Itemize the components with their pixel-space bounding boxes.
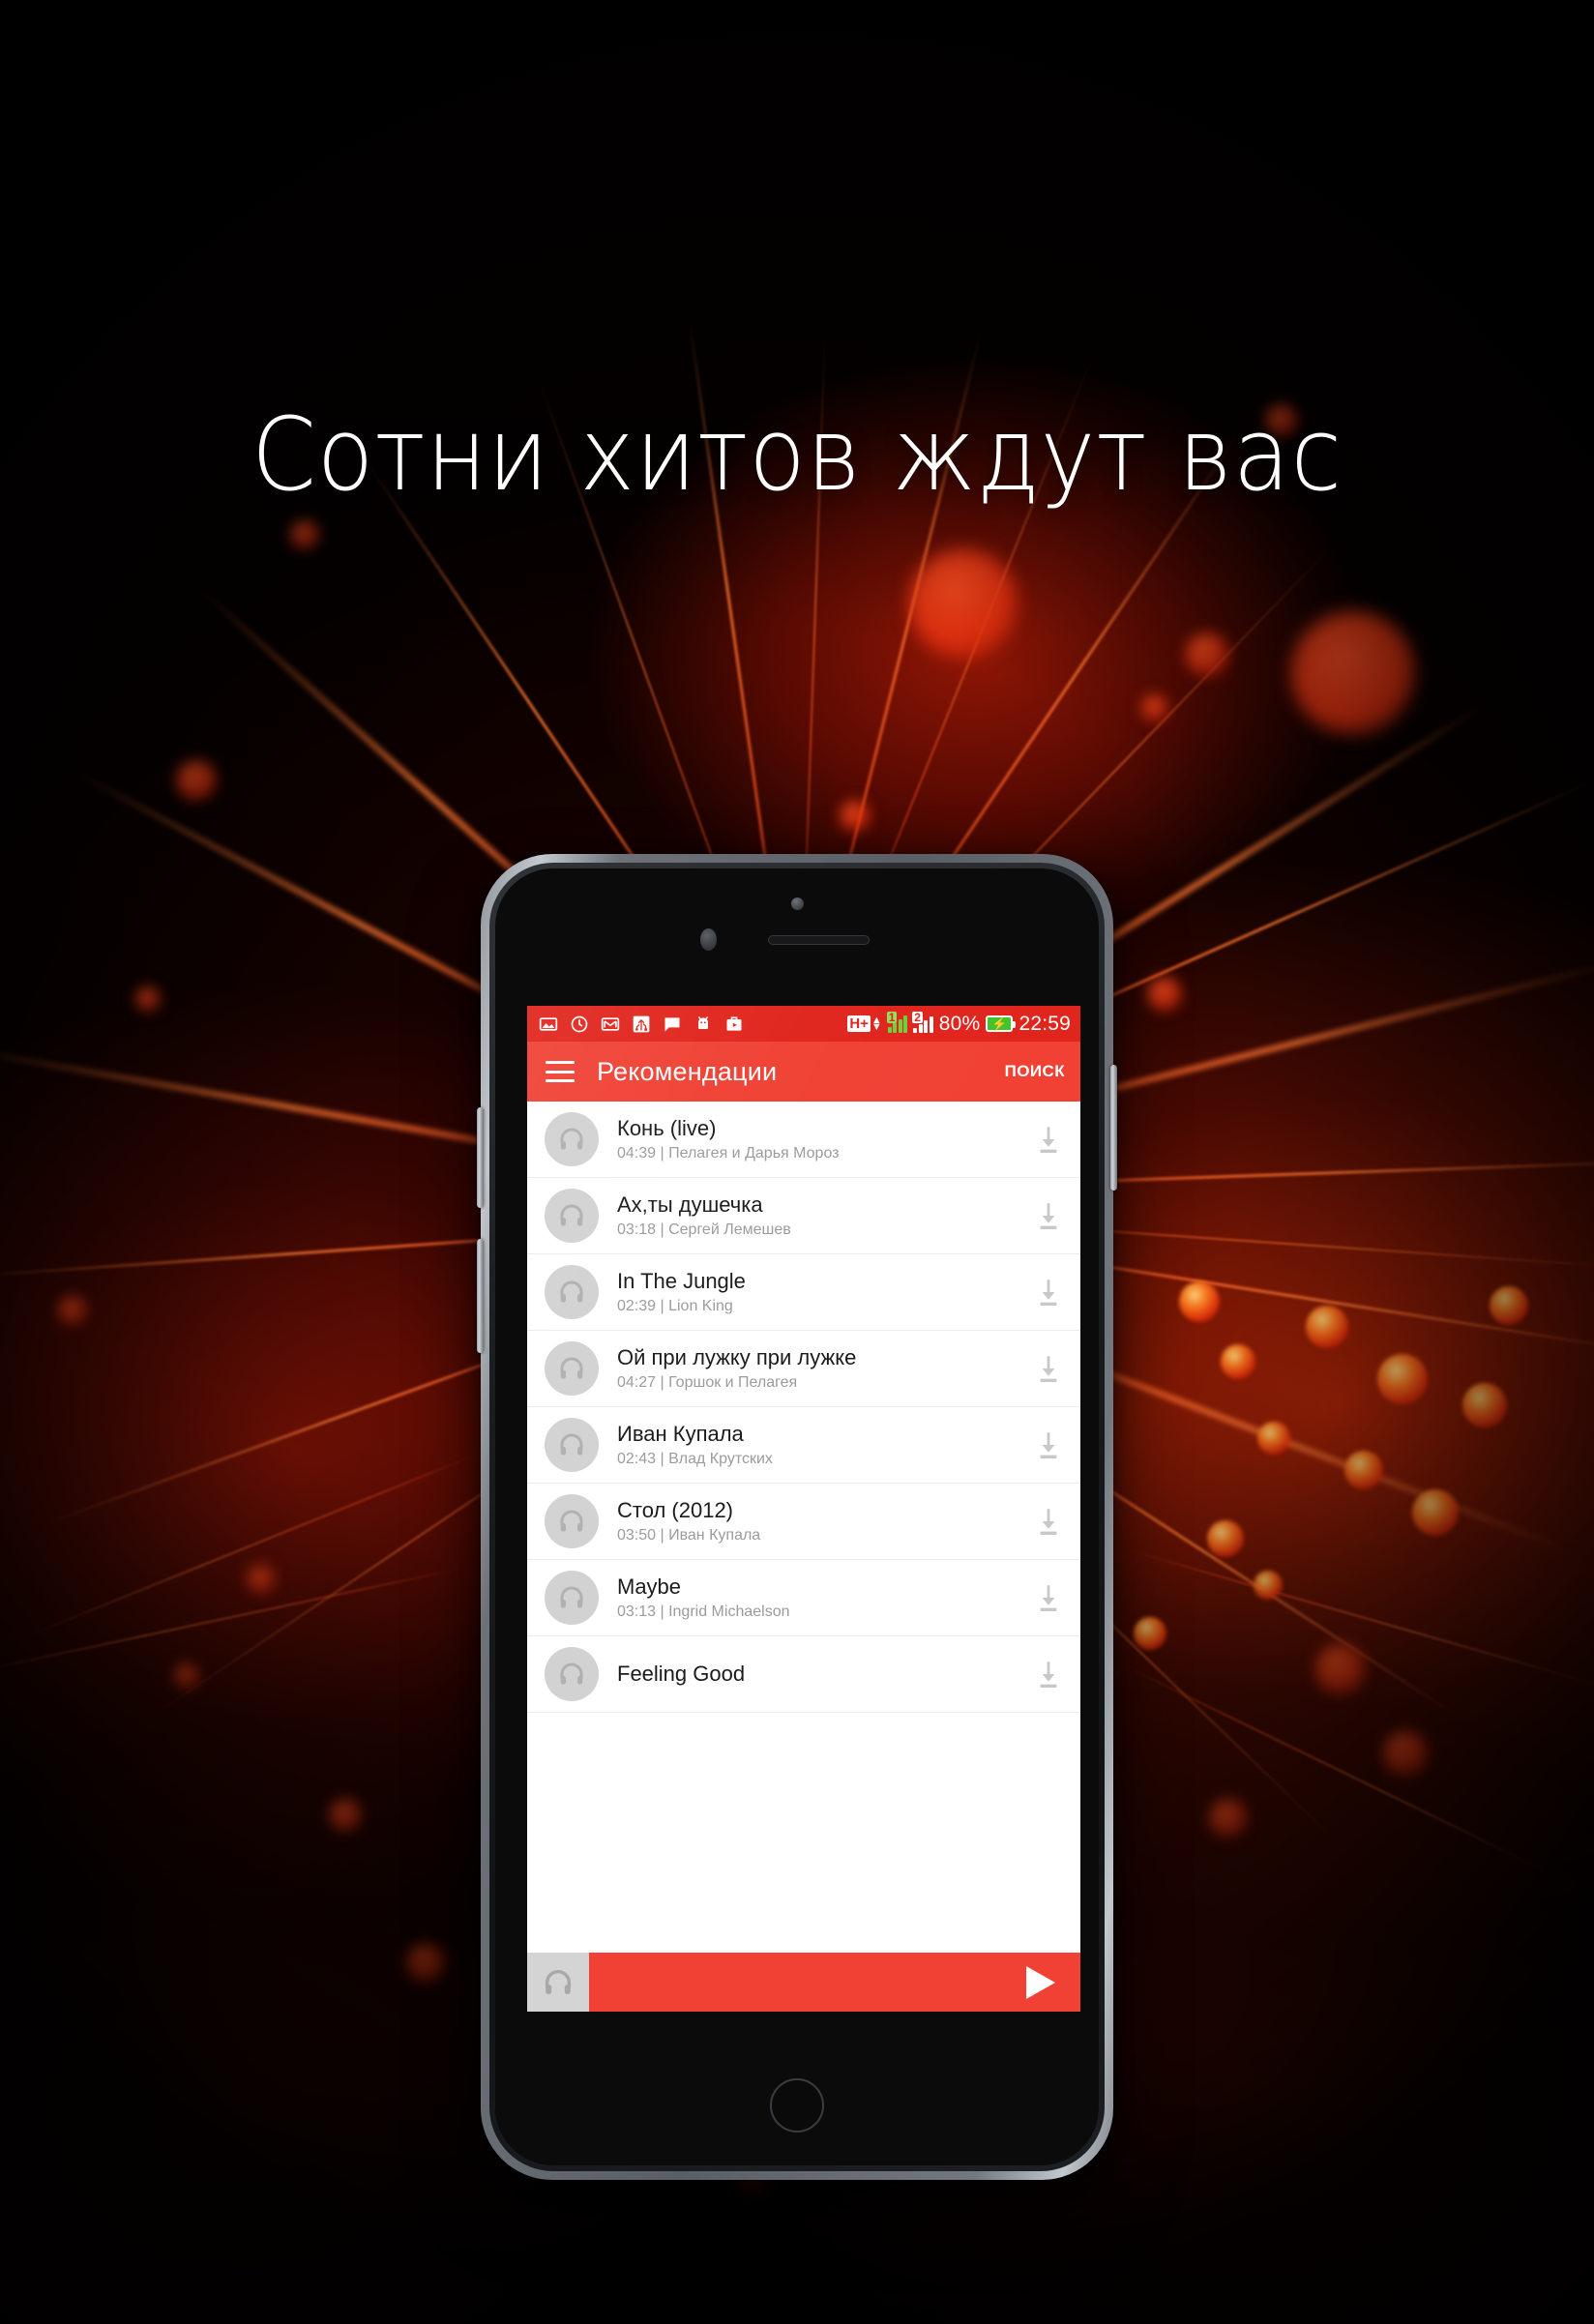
gmail-icon — [601, 1016, 620, 1031]
earpiece-speaker — [768, 935, 870, 945]
clock-label: 22:59 — [1018, 1012, 1071, 1035]
photo-icon — [539, 1016, 558, 1031]
avatar — [545, 1189, 599, 1243]
track-subtitle: 03:18 | Сергей Лемешев — [617, 1221, 791, 1239]
search-button[interactable]: ПОИСК — [1005, 1062, 1065, 1081]
track-title: Ах,ты душечка — [617, 1191, 763, 1217]
page-title: Сотни хитов ждут вас — [251, 396, 1343, 514]
headphones-icon — [560, 1128, 583, 1150]
track-title: Стол (2012) — [617, 1497, 734, 1522]
track-title: Feeling Good — [617, 1662, 746, 1687]
headphones-icon — [560, 1586, 583, 1608]
track-subtitle: 03:13 | Ingrid Michaelson — [617, 1603, 790, 1621]
play-icon[interactable] — [1026, 1965, 1055, 1999]
download-icon[interactable] — [1032, 1428, 1065, 1461]
data-transfer-arrows: ▲ ▼ — [871, 1014, 882, 1033]
track-meta: Иван Купала 02:43 | Влад Крутских — [599, 1422, 1032, 1468]
promo-screenshot: Сотни хитов ждут вас H+ ▲ ▼ 1 2 80% ⚡ 22… — [0, 0, 1594, 2324]
sim1-signal-icon: 1 — [886, 1011, 908, 1033]
download-icon[interactable] — [1032, 1658, 1065, 1691]
mini-player-bar[interactable] — [527, 1953, 1080, 2012]
app-bar-title: Рекомендации — [597, 1056, 778, 1086]
avatar — [545, 1647, 599, 1701]
track-title: Конь (live) — [617, 1115, 717, 1140]
track-title: Иван Купала — [617, 1421, 744, 1446]
headphones-icon — [560, 1433, 583, 1456]
track-meta: Конь (live) 04:39 | Пелагея и Дарья Моро… — [599, 1116, 1032, 1162]
headphones-icon — [560, 1280, 583, 1303]
sim2-signal-icon: 2 — [912, 1011, 933, 1033]
battery-percent-label: 80% — [938, 1012, 981, 1035]
track-row[interactable]: Maybe 03:13 | Ingrid Michaelson — [527, 1560, 1080, 1636]
track-meta: Feeling Good — [599, 1662, 1032, 1686]
proximity-sensor-icon — [700, 928, 717, 951]
app-bar: Рекомендации ПОИСК — [527, 1042, 1080, 1102]
headphones-icon — [560, 1204, 583, 1226]
track-title: Maybe — [617, 1574, 682, 1599]
hamburger-menu-icon[interactable] — [546, 1061, 575, 1082]
clock-icon — [571, 1015, 588, 1032]
avatar — [545, 1571, 599, 1625]
download-icon[interactable] — [1032, 1123, 1065, 1156]
track-meta: Maybe 03:13 | Ingrid Michaelson — [599, 1574, 1032, 1621]
track-row[interactable]: Ах,ты душечка 03:18 | Сергей Лемешев — [527, 1178, 1080, 1254]
avatar — [545, 1494, 599, 1548]
power-button[interactable] — [1110, 1065, 1117, 1191]
track-meta: Ой при лужку при лужке 04:27 | Горшок и … — [599, 1345, 1032, 1392]
network-type-indicator: H+ ▲ ▼ — [847, 1014, 882, 1033]
phone-mockup: H+ ▲ ▼ 1 2 80% ⚡ 22:59 Рекомендации ПОИС… — [477, 854, 1117, 2180]
download-icon[interactable] — [1032, 1581, 1065, 1614]
phone-face: H+ ▲ ▼ 1 2 80% ⚡ 22:59 Рекомендации ПОИС… — [495, 868, 1099, 2165]
volume-down-button[interactable] — [477, 1239, 484, 1353]
avatar — [545, 1265, 599, 1319]
status-bar-system-icons: H+ ▲ ▼ 1 2 80% ⚡ 22:59 — [847, 1011, 1071, 1036]
avatar — [545, 1418, 599, 1472]
track-row[interactable]: Стол (2012) 03:50 | Иван Купала — [527, 1484, 1080, 1560]
battery-charging-icon: ⚡ — [986, 1015, 1017, 1032]
headphones-icon — [560, 1662, 583, 1685]
home-button[interactable] — [770, 2078, 824, 2133]
track-row[interactable]: Иван Купала 02:43 | Влад Крутских — [527, 1407, 1080, 1484]
download-icon[interactable] — [1032, 1276, 1065, 1309]
download-icon[interactable] — [1032, 1199, 1065, 1232]
track-row-partial[interactable]: Feeling Good — [527, 1636, 1080, 1713]
track-row[interactable]: Конь (live) 04:39 | Пелагея и Дарья Моро… — [527, 1102, 1080, 1178]
track-title: In The Jungle — [617, 1268, 746, 1293]
track-list[interactable]: Конь (live) 04:39 | Пелагея и Дарья Моро… — [527, 1102, 1080, 1713]
player-thumbnail[interactable] — [527, 1953, 589, 2012]
status-bar-notification-icons — [539, 1015, 744, 1034]
track-subtitle: 04:39 | Пелагея и Дарья Мороз — [617, 1145, 840, 1162]
track-meta: Ах,ты душечка 03:18 | Сергей Лемешев — [599, 1192, 1032, 1239]
avatar — [545, 1341, 599, 1396]
track-row[interactable]: In The Jungle 02:39 | Lion King — [527, 1254, 1080, 1331]
headphones-icon — [560, 1357, 583, 1379]
usb-icon — [633, 1015, 650, 1032]
track-subtitle: 03:50 | Иван Купала — [617, 1527, 761, 1544]
chat-icon — [664, 1016, 680, 1031]
track-meta: Стол (2012) 03:50 | Иван Купала — [599, 1498, 1032, 1544]
download-icon[interactable] — [1032, 1505, 1065, 1538]
phone-bezel: H+ ▲ ▼ 1 2 80% ⚡ 22:59 Рекомендации ПОИС… — [489, 863, 1105, 2171]
app-screen: H+ ▲ ▼ 1 2 80% ⚡ 22:59 Рекомендации ПОИС… — [527, 1006, 1080, 2012]
track-row[interactable]: Ой при лужку при лужке 04:27 | Горшок и … — [527, 1331, 1080, 1407]
track-subtitle: 02:43 | Влад Крутских — [617, 1451, 773, 1468]
track-title: Ой при лужку при лужке — [617, 1344, 857, 1369]
status-bar: H+ ▲ ▼ 1 2 80% ⚡ 22:59 — [527, 1006, 1080, 1042]
download-icon[interactable] — [1032, 1352, 1065, 1385]
track-subtitle: 04:27 | Горшок и Пелагея — [617, 1374, 798, 1392]
headphones-icon — [560, 1510, 583, 1532]
android-icon — [698, 1015, 708, 1029]
volume-up-button[interactable] — [477, 1107, 484, 1208]
track-meta: In The Jungle 02:39 | Lion King — [599, 1269, 1032, 1315]
front-camera-icon — [791, 897, 804, 910]
headphones-icon — [545, 1969, 572, 1994]
avatar — [545, 1112, 599, 1166]
play-store-icon — [726, 1016, 742, 1031]
player-controls[interactable] — [589, 1953, 1080, 2012]
track-subtitle: 02:39 | Lion King — [617, 1298, 733, 1315]
